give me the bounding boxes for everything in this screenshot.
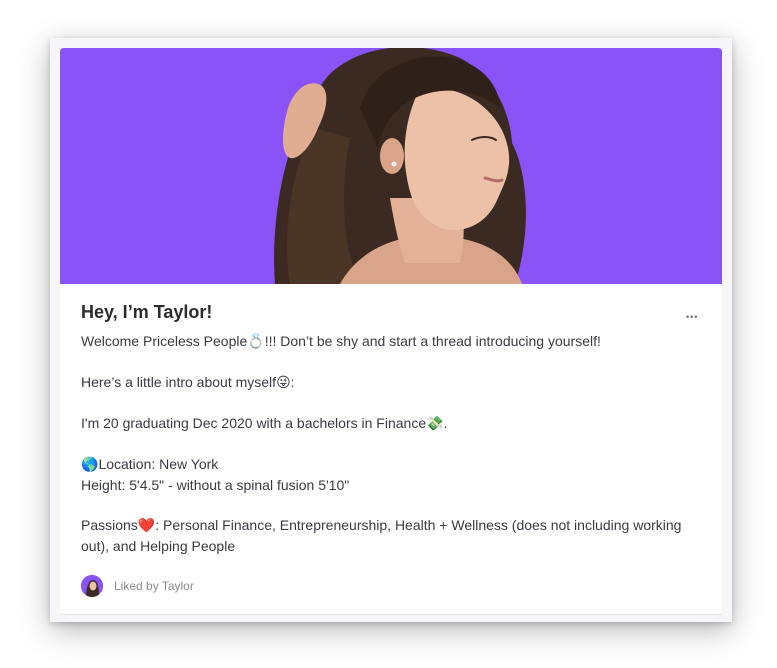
more-options-icon[interactable]: •••: [686, 312, 698, 322]
age-line: I'm 20 graduating Dec 2020 with a bachel…: [81, 413, 701, 434]
welcome-line: Welcome Priceless People💍!!! Don’t be sh…: [81, 331, 701, 352]
avatar-image: [81, 575, 103, 597]
welcome-text-end: !!! Don’t be shy and start a thread intr…: [264, 333, 601, 349]
liked-by-text: Liked by Taylor: [114, 579, 194, 593]
intro-text-end: :: [290, 374, 295, 390]
location-height-block: 🌎Location: New York Height: 5'4.5" - with…: [81, 454, 701, 495]
age-text-end: .: [443, 415, 448, 431]
money-wings-icon: 💸: [426, 416, 444, 432]
globe-icon: 🌎: [81, 457, 99, 473]
height-text: Height: 5'4.5" - without a spinal fusion…: [81, 477, 350, 493]
cover-image: [60, 48, 722, 284]
intro-line: Here’s a little intro about myself😜:: [81, 372, 701, 393]
location-text: Location: New York: [98, 456, 219, 472]
cover-photo-illustration: [60, 48, 722, 284]
passions-label: Passions: [81, 517, 138, 533]
card-divider: [60, 614, 722, 615]
user-avatar[interactable]: [81, 575, 103, 597]
age-text: I'm 20 graduating Dec 2020 with a bachel…: [81, 415, 427, 431]
heart-icon: ❤️: [137, 518, 156, 534]
ring-icon: 💍: [247, 334, 265, 350]
passions-line: Passions❤️: Personal Finance, Entreprene…: [81, 515, 701, 556]
liked-by-row[interactable]: Liked by Taylor: [81, 574, 194, 598]
welcome-text: Welcome Priceless People: [81, 333, 248, 349]
passions-text: : Personal Finance, Entrepreneurship, He…: [81, 517, 682, 554]
intro-text: Here’s a little intro about myself: [81, 374, 277, 390]
winking-tongue-icon: 😜: [276, 375, 291, 391]
post-title: Hey, I’m Taylor!: [81, 302, 213, 322]
post-body: Welcome Priceless People💍!!! Don’t be sh…: [81, 331, 701, 576]
